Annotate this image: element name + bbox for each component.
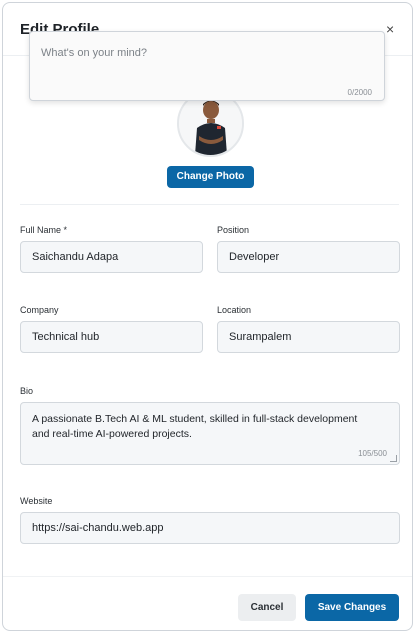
close-icon[interactable]: × [386,21,394,37]
cancel-button[interactable]: Cancel [238,594,296,621]
section-divider [20,204,399,205]
location-field[interactable]: Surampalem [217,321,400,353]
bio-label: Bio [20,386,34,396]
post-char-counter: 0/2000 [347,88,372,97]
company-field[interactable]: Technical hub [20,321,203,353]
save-changes-button[interactable]: Save Changes [305,594,399,621]
bio-textarea[interactable]: A passionate B.Tech AI & ML student, ski… [20,402,400,465]
full-name-label: Full Name * [20,225,68,235]
website-field[interactable]: https://sai-chandu.web.app [20,512,400,544]
resize-grip-icon[interactable] [390,455,397,462]
full-name-field[interactable]: Saichandu Adapa [20,241,203,273]
company-label: Company [20,305,59,315]
profile-photo [179,92,242,155]
location-label: Location [217,305,252,315]
footer-divider [3,576,412,577]
position-field[interactable]: Developer [217,241,400,273]
change-photo-button[interactable]: Change Photo [167,166,254,188]
website-label: Website [20,496,53,506]
bio-char-counter: 105/500 [358,449,387,458]
position-label: Position [217,225,250,235]
post-input-placeholder[interactable]: What's on your mind? [41,47,147,59]
post-composer-popover[interactable]: What's on your mind? 0/2000 [29,31,385,101]
bio-text: A passionate B.Tech AI & ML student, ski… [32,413,358,440]
